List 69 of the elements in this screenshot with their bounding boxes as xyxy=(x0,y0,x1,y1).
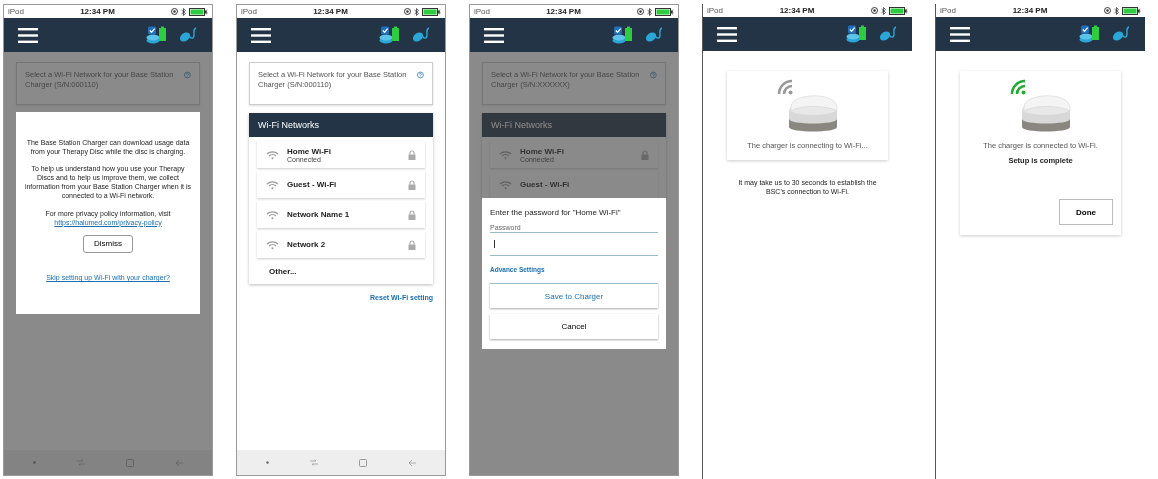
battery-icon xyxy=(189,7,208,16)
network-name: Network 2 xyxy=(287,240,327,250)
carrier-label: iPod xyxy=(707,6,723,15)
pill-icon[interactable] xyxy=(179,27,198,43)
network-row[interactable]: Guest - Wi-Fi xyxy=(490,171,658,199)
network-row[interactable]: Network 2 xyxy=(257,231,425,259)
text-cursor xyxy=(494,240,495,248)
wifi-icon xyxy=(266,209,279,220)
network-name: Network Name 1 xyxy=(287,210,351,220)
wifi-icon xyxy=(266,179,279,190)
clock: 12:34 PM xyxy=(313,7,348,16)
network-name: Home Wi-Fi xyxy=(520,146,565,156)
dialog-title: Enter the password for "Home Wi-Fi" xyxy=(490,208,622,217)
dismiss-button[interactable]: Dismiss xyxy=(83,234,133,254)
disc-battery-icon[interactable] xyxy=(846,24,867,44)
clock: 12:34 PM xyxy=(1012,6,1048,15)
wifi-icon xyxy=(266,149,279,160)
disc-battery-icon[interactable] xyxy=(146,25,167,45)
menu-icon[interactable] xyxy=(950,26,970,42)
wifi-icon xyxy=(499,149,512,160)
save-button[interactable]: Save to Charger xyxy=(490,283,658,308)
pill-icon[interactable] xyxy=(412,27,431,43)
menu-icon[interactable] xyxy=(18,27,38,43)
network-row[interactable]: Network Name 1 xyxy=(257,201,425,229)
menu-icon[interactable] xyxy=(484,27,504,43)
wifi-icon xyxy=(499,179,512,190)
network-row[interactable]: Guest - Wi-Fi xyxy=(257,171,425,199)
done-button[interactable]: Done xyxy=(1059,199,1113,225)
battery-icon xyxy=(1122,6,1141,15)
bluetooth-icon xyxy=(881,6,886,15)
carrier-label: iPod xyxy=(241,7,257,16)
battery-icon xyxy=(655,7,674,16)
carrier-label: iPod xyxy=(940,6,956,15)
help-icon[interactable] xyxy=(417,70,424,80)
pill-icon[interactable] xyxy=(879,26,898,42)
pill-icon[interactable] xyxy=(645,27,664,43)
clock: 12:34 PM xyxy=(779,6,815,15)
network-name: Guest - Wi-Fi xyxy=(520,180,571,190)
network-name: Guest - Wi-Fi xyxy=(287,180,338,190)
battery-icon xyxy=(889,6,908,15)
wifi-icon xyxy=(266,239,279,250)
bluetooth-icon xyxy=(647,7,652,16)
pill-icon[interactable] xyxy=(1112,26,1131,42)
bluetooth-icon xyxy=(1114,6,1119,15)
menu-icon[interactable] xyxy=(717,26,737,42)
carrier-label: iPod xyxy=(474,7,490,16)
carrier-label: iPod xyxy=(8,7,24,16)
disc-battery-icon[interactable] xyxy=(612,25,633,45)
dot-icon[interactable] xyxy=(265,461,269,464)
location-icon xyxy=(1104,7,1111,14)
list-header: Wi-Fi Networks xyxy=(249,113,433,138)
clock: 12:34 PM xyxy=(80,7,115,16)
other-network-item[interactable]: Other... xyxy=(249,258,433,285)
bluetooth-icon xyxy=(414,7,419,16)
location-icon xyxy=(637,8,644,15)
network-name: Home Wi-Fi xyxy=(287,146,332,156)
clock: 12:34 PM xyxy=(546,7,581,16)
location-icon xyxy=(404,8,411,15)
battery-icon xyxy=(422,7,441,16)
cancel-button[interactable]: Cancel xyxy=(490,314,658,339)
location-icon xyxy=(171,8,178,15)
dot-icon[interactable] xyxy=(32,461,36,464)
disc-battery-icon[interactable] xyxy=(379,25,400,45)
disc-battery-icon[interactable] xyxy=(1079,24,1100,44)
menu-icon[interactable] xyxy=(251,27,271,43)
list-header: Wi-Fi Networks xyxy=(482,113,666,138)
bluetooth-icon xyxy=(181,7,186,16)
password-field[interactable] xyxy=(490,232,658,256)
location-icon xyxy=(871,7,878,14)
